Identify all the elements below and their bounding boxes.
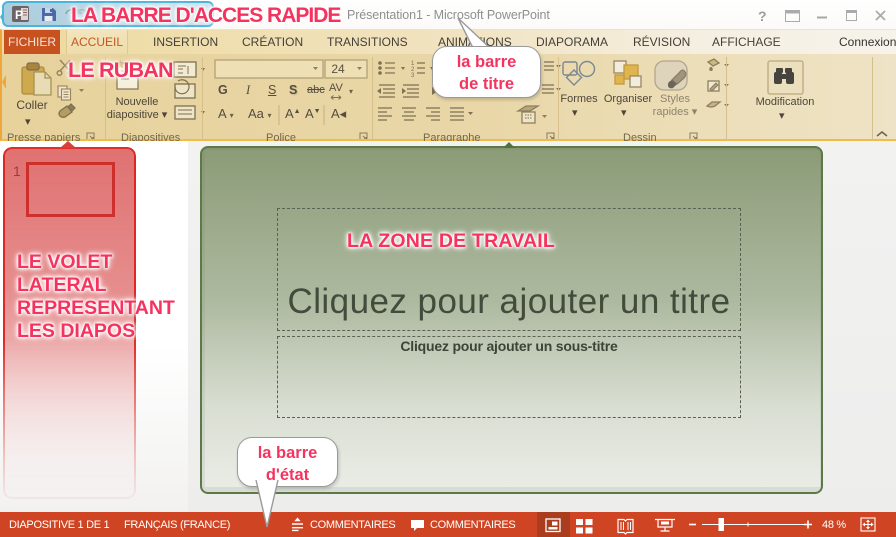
svg-text:P: P [15, 8, 23, 22]
